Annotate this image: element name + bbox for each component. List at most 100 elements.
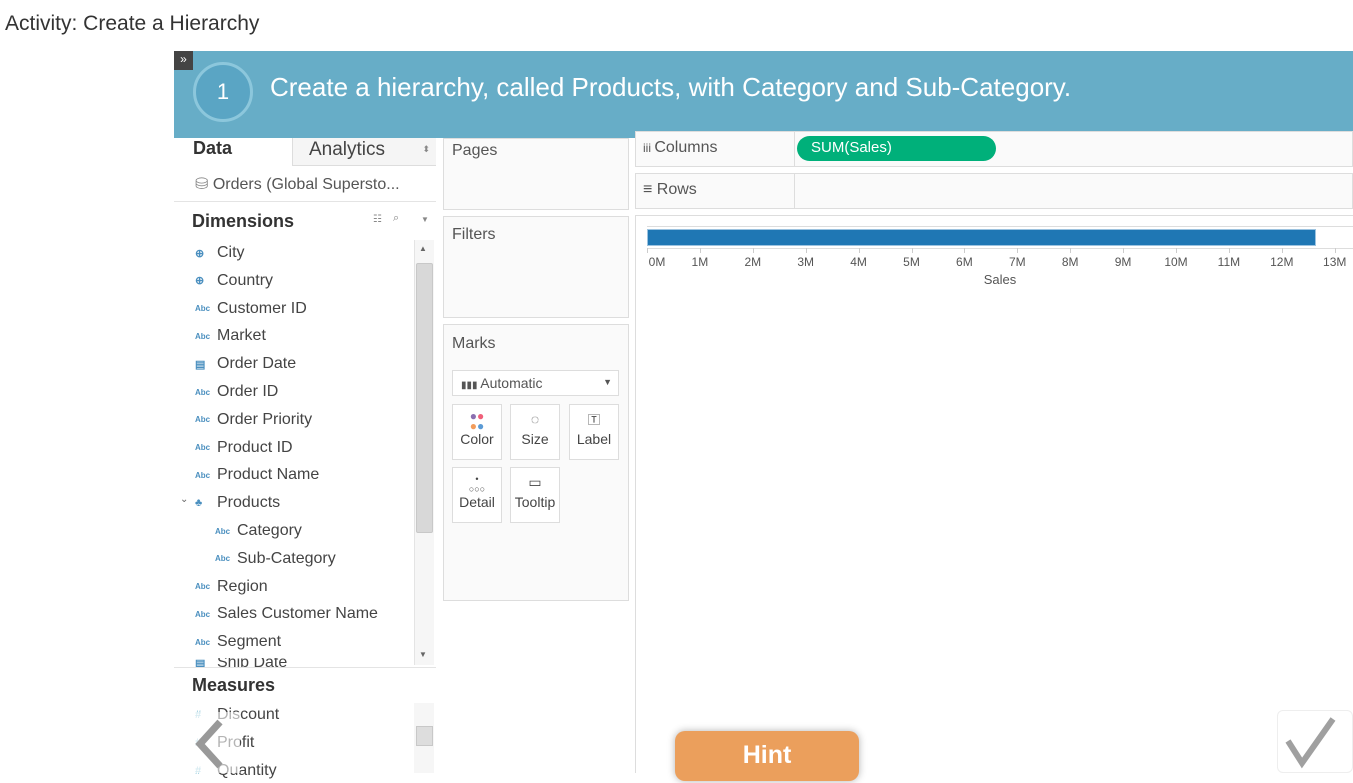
dimension-item[interactable]: Abc Segment [195,630,281,654]
abc-icon: Abc [195,443,211,453]
x-tick-label: 0M [648,255,666,269]
dimension-item[interactable]: Abc Order Priority [195,408,312,432]
x-tick-mark [1070,248,1072,253]
color-button[interactable]: ●● ●● Color [452,404,502,460]
filters-label: Filters [452,226,496,243]
page-title: Activity: Create a Hierarchy [5,12,260,35]
dimension-item[interactable]: Abc Sales Customer Name [195,602,378,626]
collapse-icon[interactable]: ⌄ [180,494,188,505]
scroll-up-icon[interactable]: ▲ [419,244,427,253]
abc-icon: Abc [195,387,211,397]
dimension-label: Order ID [217,383,279,400]
tooltip-label: Tooltip [514,494,556,510]
abc-icon: Abc [195,582,211,592]
text-label-icon: 🅃 [587,413,600,427]
globe-icon: ⊕ [195,275,205,288]
x-tick-mark [699,248,701,253]
dimension-item[interactable]: Abc Order ID [195,380,278,404]
dimension-item[interactable]: ▤ Order Date [195,352,296,376]
x-tick-mark [1123,248,1125,253]
label-label: Label [576,431,612,447]
dimension-item[interactable]: Abc Product ID [195,436,293,460]
x-tick-mark [1281,248,1283,253]
expand-button[interactable]: » [174,51,193,70]
step-instruction: Create a hierarchy, called Products, wit… [270,72,1072,102]
measures-header: Measures [192,675,276,695]
x-tick-mark [1017,248,1019,253]
detail-label: Detail [459,494,495,510]
abc-icon: Abc [215,554,231,564]
tooltip-icon: ▭ [528,474,542,490]
mark-type-dropdown[interactable]: ▮▮▮ Automatic ▼ [452,370,619,396]
dimension-item[interactable]: ⊕ City [195,241,245,265]
mark-type-value: Automatic [480,375,543,391]
dimension-label: Region [217,577,268,595]
size-icon: ◌ [530,411,540,427]
dimension-label: Customer ID [217,299,307,317]
abc-icon: Abc [195,470,211,480]
marks-label: Marks [452,335,496,352]
x-tick-mark [858,248,860,253]
color-label: Color [460,431,494,447]
view-canvas[interactable] [635,215,1353,773]
abc-icon: Abc [195,637,211,647]
dimension-label: Category [237,522,302,539]
columns-icon: iii [643,141,655,155]
dimension-item[interactable]: ♣ Products [195,491,280,515]
search-icon[interactable]: ⌕ [393,212,399,225]
previous-button[interactable] [190,712,240,773]
tab-analytics[interactable]: Analytics ⬍ [292,138,436,166]
scroll-down-icon[interactable]: ▼ [419,650,427,659]
sales-bar[interactable] [647,229,1316,246]
filters-card[interactable]: Filters [443,216,629,318]
chevron-down-icon: ▼ [603,377,612,387]
dimension-label: Sub-Category [237,549,336,567]
dimension-label: Product Name [217,466,320,484]
database-icon: ⛁ [195,176,213,193]
dimension-label: Order Date [217,355,297,373]
x-tick-mark [647,248,648,253]
tooltip-button[interactable]: ▭ Tooltip [510,467,560,523]
abc-icon: Abc [195,415,211,425]
detail-button[interactable]: • ○○○ Detail [452,467,502,523]
dimension-item[interactable]: Abc Sub-Category [215,547,336,571]
abc-icon: Abc [195,304,211,314]
sum-sales-pill[interactable]: SUM(Sales) [797,136,996,161]
rows-shelf[interactable] [635,173,1353,209]
dimension-label: Segment [217,633,282,651]
hint-button[interactable]: Hint [675,731,859,781]
step-number-badge: 1 [193,62,253,122]
dimension-item[interactable]: ⊕ Country [195,269,273,293]
data-source-label: Orders (Global Supersto... [212,176,400,193]
x-tick-mark [752,248,754,253]
pages-card[interactable]: Pages [443,138,629,210]
size-button[interactable]: ◌ Size [510,404,560,460]
globe-icon: ⊕ [195,247,205,260]
dimension-item[interactable]: Abc Region [195,575,268,599]
abc-icon: Abc [195,609,211,619]
tab-data[interactable]: Data [193,138,232,159]
view-list-icon[interactable]: ☷ [373,214,382,225]
scrollbar-thumb[interactable] [416,263,433,533]
x-tick-label: 12M [1270,255,1294,269]
menu-dropdown-icon[interactable]: ▼ [421,215,429,224]
columns-label: iii Columns [643,139,718,156]
data-source[interactable]: ⛁ Orders (Global Supersto... [195,174,400,194]
x-axis-title: Sales [983,272,1017,287]
dimension-item[interactable]: Abc Category [215,519,302,543]
dimension-item[interactable]: Abc Product Name [195,463,319,487]
x-tick-label: 6M [956,255,973,269]
dimension-label: Market [217,327,266,345]
x-tick-label: 11M [1217,255,1241,269]
x-tick-mark [1228,248,1230,253]
dimension-label: Order Priority [217,410,313,428]
detail-icon: • ○○○ [468,474,486,494]
submit-check-button[interactable] [1277,710,1353,773]
dimension-item[interactable]: Abc Customer ID [195,297,307,321]
dimension-item[interactable]: Abc Market [195,324,266,348]
x-tick-label: 5M [903,255,920,269]
dimension-label: City [217,244,245,261]
calendar-icon: ▤ [195,358,206,371]
measures-scrollbar-thumb[interactable] [416,726,433,746]
label-button[interactable]: 🅃 Label [569,404,619,460]
